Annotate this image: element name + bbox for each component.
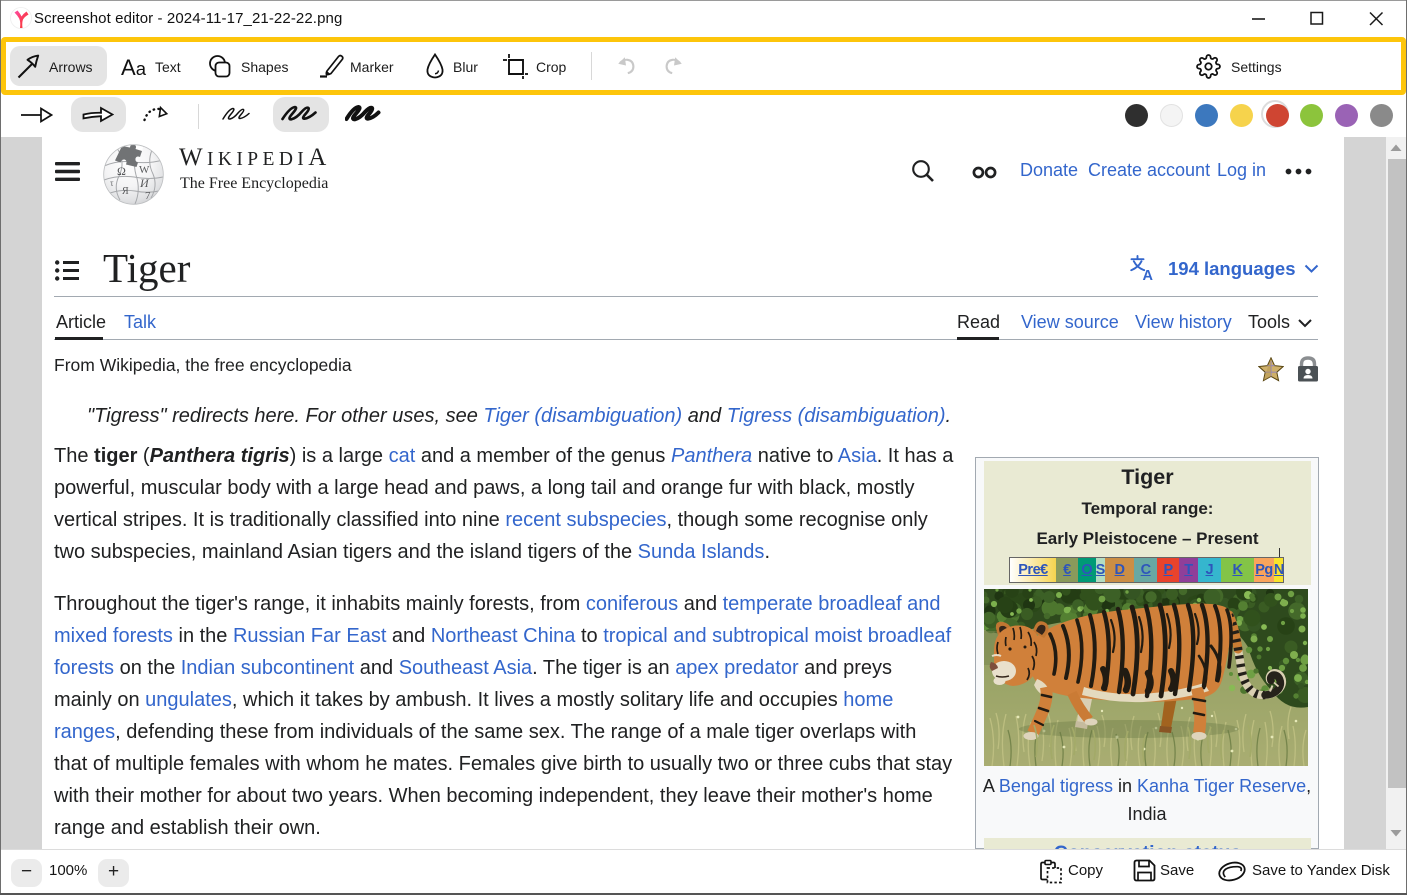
- svg-text:И: И: [139, 176, 150, 190]
- svg-text:τ: τ: [110, 178, 114, 188]
- svg-text:A: A: [1143, 268, 1154, 281]
- svg-text:Ω: Ω: [117, 164, 126, 178]
- svg-text:W: W: [139, 164, 150, 176]
- svg-text:Я: Я: [122, 186, 129, 197]
